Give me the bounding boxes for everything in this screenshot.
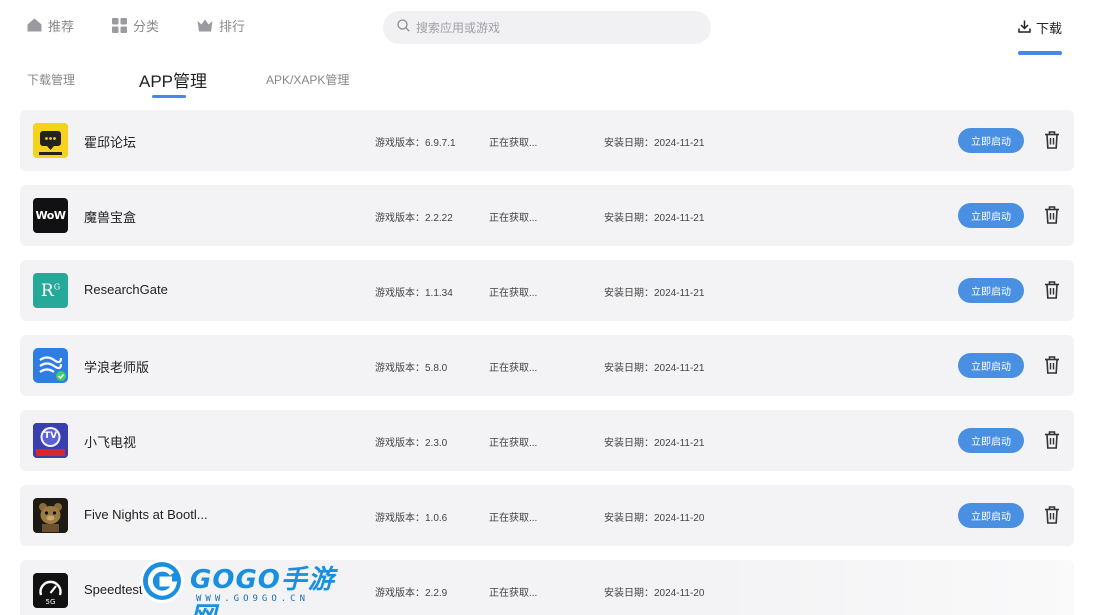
trash-icon[interactable] <box>1042 129 1062 151</box>
install-date: 安装日期：2024-11-21 <box>604 438 705 449</box>
install-date: 安装日期：2024-11-21 <box>604 138 705 149</box>
watermark-brand: GOGO手游网 <box>190 565 335 615</box>
app-size-status: 正在获取... <box>489 138 538 149</box>
search-input[interactable] <box>416 20 696 35</box>
install-date: 安装日期：2024-11-21 <box>604 288 705 299</box>
chat-bubble-icon <box>33 123 68 158</box>
subtab-indicator <box>152 95 186 98</box>
watermark: GOGO手游网 WWW.GO9GO.CN <box>138 557 352 615</box>
nav-ranking-label: 排行 <box>219 18 246 34</box>
app-size-status: 正在获取... <box>489 588 538 599</box>
app-size-status: 正在获取... <box>489 438 538 449</box>
nav-download[interactable]: 下载 <box>1018 18 1062 37</box>
list-item: Five Nights at Bootl... 游戏版本：1.0.6 正在获取.… <box>20 485 1074 546</box>
launch-button[interactable]: 立即启动 <box>958 428 1024 453</box>
app-version: 游戏版本：1.1.34 <box>375 288 453 299</box>
search-icon <box>397 18 410 37</box>
download-icon <box>1018 20 1031 36</box>
app-name: Five Nights at Bootl... <box>84 507 208 522</box>
active-tab-indicator <box>1018 51 1062 55</box>
launch-button[interactable]: 立即启动 <box>958 278 1024 303</box>
nav-download-label: 下载 <box>1036 21 1063 36</box>
tab-apk-management[interactable]: APK/XAPK管理 <box>266 71 349 88</box>
top-nav: 推荐 分类 排行 下载 <box>0 0 1094 56</box>
speedtest-5g-badge: 5G <box>45 598 56 606</box>
grid-icon <box>112 17 127 33</box>
watermark-url: WWW.GO9GO.CN <box>196 594 310 604</box>
install-date: 安装日期：2024-11-20 <box>604 513 705 524</box>
app-version: 游戏版本：2.3.0 <box>375 438 448 449</box>
trash-icon[interactable] <box>1042 429 1062 451</box>
speedometer-icon: 5G <box>33 573 68 608</box>
search-bar[interactable] <box>383 11 711 44</box>
launch-button[interactable]: 立即启动 <box>958 353 1024 378</box>
trash-icon[interactable] <box>1042 279 1062 301</box>
tab-app-management[interactable]: APP管理 <box>139 67 207 92</box>
app-size-status: 正在获取... <box>489 363 538 374</box>
launch-button[interactable]: 立即启动 <box>958 128 1024 153</box>
nav-recommend-label: 推荐 <box>48 18 75 34</box>
app-name: ResearchGate <box>84 282 168 297</box>
nav-category[interactable]: 分类 <box>112 14 159 36</box>
app-size-status: 正在获取... <box>489 288 538 299</box>
nav-recommend[interactable]: 推荐 <box>27 14 74 36</box>
crown-icon <box>197 19 213 32</box>
app-version: 游戏版本：2.2.9 <box>375 588 448 599</box>
list-item: 霍邱论坛 游戏版本：6.9.7.1 正在获取... 安装日期：2024-11-2… <box>20 110 1074 171</box>
app-name: 学浪老师版 <box>84 360 150 375</box>
watermark-logo-icon <box>138 557 186 605</box>
researchgate-logo-g: G <box>53 281 61 291</box>
xuelang-icon <box>33 348 68 383</box>
trash-icon[interactable] <box>1042 204 1062 226</box>
nav-ranking[interactable]: 排行 <box>197 14 245 36</box>
trash-icon[interactable] <box>1042 504 1062 526</box>
tab-download-management[interactable]: 下载管理 <box>27 71 75 88</box>
list-item: WoW 魔兽宝盒 游戏版本：2.2.22 正在获取... 安装日期：2024-1… <box>20 185 1074 246</box>
wow-logo-text: WoW <box>35 209 66 222</box>
researchgate-icon: RG <box>33 273 68 308</box>
app-version: 游戏版本：5.8.0 <box>375 363 448 374</box>
app-version: 游戏版本：1.0.6 <box>375 513 448 524</box>
home-icon <box>27 18 42 32</box>
list-item: TV 小飞电视 游戏版本：2.3.0 正在获取... 安装日期：2024-11-… <box>20 410 1074 471</box>
tv-logo-text: TV <box>43 431 58 441</box>
install-date: 安装日期：2024-11-21 <box>604 213 705 224</box>
app-name: Speedtest <box>84 582 143 597</box>
app-version: 游戏版本：6.9.7.1 <box>375 138 456 149</box>
app-size-status: 正在获取... <box>489 513 538 524</box>
app-name: 小飞电视 <box>84 435 137 450</box>
launch-button[interactable]: 立即启动 <box>958 503 1024 528</box>
app-name: 霍邱论坛 <box>84 135 137 150</box>
researchgate-logo-r: R <box>40 280 54 301</box>
app-size-status: 正在获取... <box>489 213 538 224</box>
trash-icon[interactable] <box>1042 354 1062 376</box>
wow-icon: WoW <box>33 198 68 233</box>
list-item: 学浪老师版 游戏版本：5.8.0 正在获取... 安装日期：2024-11-21… <box>20 335 1074 396</box>
install-date: 安装日期：2024-11-20 <box>604 588 705 599</box>
app-name: 魔兽宝盒 <box>84 210 137 225</box>
launch-button[interactable]: 立即启动 <box>958 203 1024 228</box>
researchgate-logo-text: RG <box>41 281 60 301</box>
install-date: 安装日期：2024-11-21 <box>604 363 705 374</box>
nav-category-label: 分类 <box>133 18 160 34</box>
tv-icon: TV <box>33 423 68 458</box>
list-item: RG ResearchGate 游戏版本：1.1.34 正在获取... 安装日期… <box>20 260 1074 321</box>
app-version: 游戏版本：2.2.22 <box>375 213 453 224</box>
bear-icon <box>33 498 68 533</box>
